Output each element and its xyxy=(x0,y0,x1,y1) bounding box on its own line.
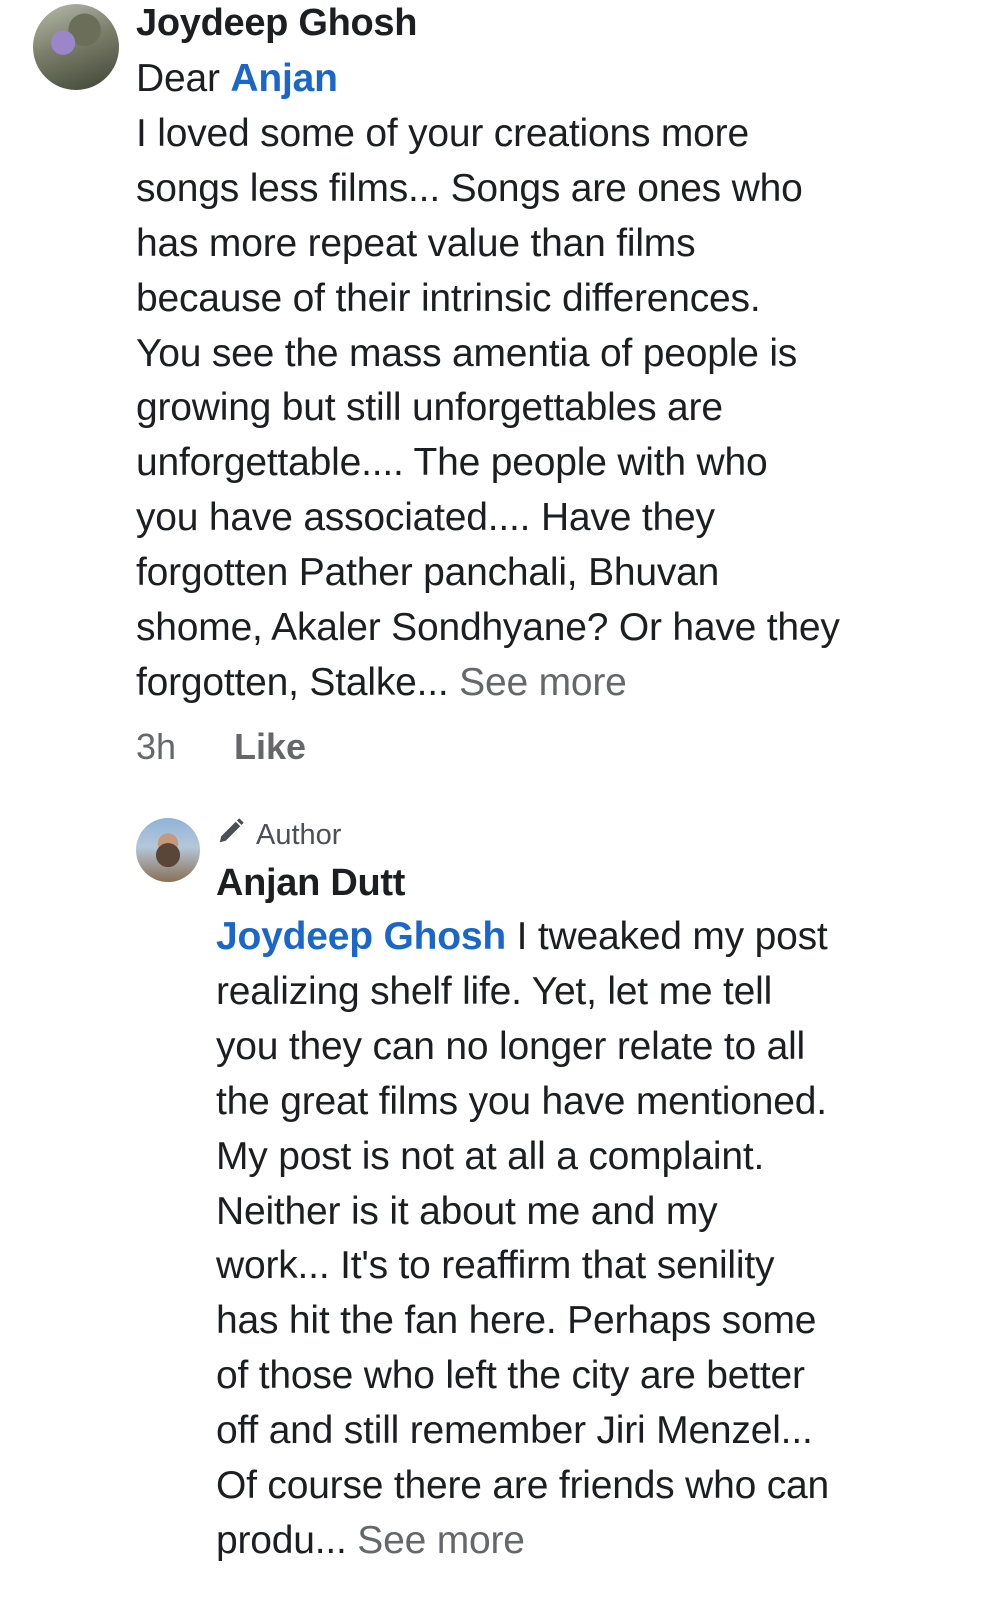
comment-line: because of their intrinsic differences. xyxy=(136,276,761,320)
comment-meta: 3h Like xyxy=(136,722,306,772)
like-button[interactable]: Like xyxy=(234,726,306,767)
mention-link[interactable]: Anjan xyxy=(230,57,338,100)
reply-line: off and still remember Jiri Menzel... xyxy=(216,1409,813,1453)
pencil-icon xyxy=(216,816,246,854)
see-more-link[interactable]: See more xyxy=(357,1519,525,1562)
reply-line: Neither is it about me and my xyxy=(216,1189,718,1233)
reply-line: work... It's to reaffirm that senility xyxy=(216,1244,775,1288)
reply-line: Of course there are friends who can xyxy=(216,1464,829,1508)
comment-line: forgotten Pather panchali, Bhuvan xyxy=(136,551,720,595)
reply-line: My post is not at all a complaint. xyxy=(216,1134,765,1178)
comment-line-last: forgotten, Stalke... See more xyxy=(136,656,956,711)
see-more-link[interactable]: See more xyxy=(459,661,627,704)
author-badge: Author xyxy=(216,812,956,858)
reply-line: has hit the fan here. Perhaps some xyxy=(216,1299,817,1343)
comment-line: I loved some of your creations more xyxy=(136,111,749,155)
comment-line-salutation: Dear Anjan xyxy=(136,52,956,107)
comment-line: you have associated.... Have they xyxy=(136,496,715,540)
comment-line: unforgettable.... The people with who xyxy=(136,441,768,485)
author-badge-label: Author xyxy=(256,818,342,851)
joydeep-avatar[interactable] xyxy=(33,4,119,90)
reply-line: you they can no longer relate to all xyxy=(216,1024,806,1068)
reply-line: realizing shelf life. Yet, let me tell xyxy=(216,969,773,1013)
reply-line: the great films you have mentioned. xyxy=(216,1079,827,1123)
comment-line: has more repeat value than films xyxy=(136,221,696,265)
comment-line: shome, Akaler Sondhyane? Or have they xyxy=(136,606,840,650)
comment-line: You see the mass amentia of people is xyxy=(136,331,798,375)
comment-line-truncated: forgotten, Stalke... xyxy=(136,660,449,704)
comment-timestamp[interactable]: 3h xyxy=(136,722,234,772)
comment-line: songs less films... Songs are ones who xyxy=(136,166,803,210)
reply-line-first: Joydeep Ghosh I tweaked my post xyxy=(216,910,956,965)
reply-author-name[interactable]: Anjan Dutt xyxy=(216,858,956,908)
reply-text: Joydeep Ghosh I tweaked my post realizin… xyxy=(216,910,956,1569)
reply-line-first-rest: I tweaked my post xyxy=(505,915,828,958)
mention-link[interactable]: Joydeep Ghosh xyxy=(216,915,506,958)
reply-line: of those who left the city are better xyxy=(216,1354,805,1398)
reply-line-last: produ... See more xyxy=(216,1514,956,1569)
reply-body: Author Anjan Dutt Joydeep Ghosh I tweake… xyxy=(216,812,956,1569)
comment-text: Dear Anjan I loved some of your creation… xyxy=(136,52,956,711)
comment-author-name[interactable]: Joydeep Ghosh xyxy=(136,0,956,48)
salutation-text: Dear xyxy=(136,57,220,100)
anjan-avatar[interactable] xyxy=(136,818,200,882)
comment-line: growing but still unforgettables are xyxy=(136,386,723,430)
reply-line-truncated: produ... xyxy=(216,1518,347,1562)
comment-body: Joydeep Ghosh Dear Anjan I loved some of… xyxy=(136,0,956,711)
